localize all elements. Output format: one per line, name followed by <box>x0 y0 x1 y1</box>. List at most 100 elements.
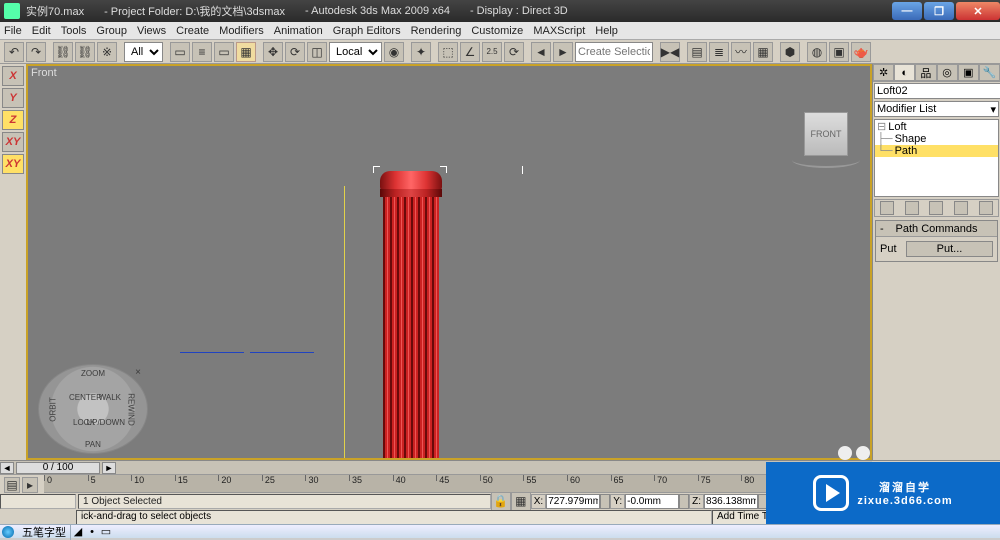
steering-wheel[interactable]: × ZOOM PAN ORBIT REWIND CENTER WALK LOOK… <box>38 364 148 454</box>
bind-spacewarp-icon[interactable]: ※ <box>97 42 117 62</box>
layers-icon[interactable]: ≣ <box>709 42 729 62</box>
menu-rendering[interactable]: Rendering <box>411 25 462 37</box>
stack-item-path[interactable]: └─Path <box>875 145 998 157</box>
viewport-label[interactable]: Front <box>28 66 60 80</box>
menu-animation[interactable]: Animation <box>274 25 323 37</box>
rendered-frame-icon[interactable]: ▣ <box>829 42 849 62</box>
modify-tab-icon[interactable]: ◐ <box>894 64 915 81</box>
rollout-header[interactable]: - Path Commands <box>876 221 997 237</box>
link-icon[interactable]: ⛓ <box>53 42 73 62</box>
trackbar-filter-icon[interactable]: ▸ <box>22 477 38 493</box>
stack-item-shape[interactable]: ├─Shape <box>875 133 998 145</box>
sw-rewind[interactable]: REWIND <box>126 393 135 425</box>
sw-zoom[interactable]: ZOOM <box>81 369 105 378</box>
selection-filter-select[interactable]: All <box>124 42 163 62</box>
menu-maxscript[interactable]: MAXScript <box>533 25 585 37</box>
menu-create[interactable]: Create <box>176 25 209 37</box>
ime-tool-2-icon[interactable]: • <box>85 526 99 538</box>
menu-file[interactable]: File <box>4 25 22 37</box>
create-tab-icon[interactable]: ✲ <box>873 64 894 81</box>
ime-tool-1-icon[interactable]: ◢ <box>71 525 85 538</box>
z-input[interactable] <box>704 494 758 509</box>
redo-icon[interactable]: ↷ <box>26 42 46 62</box>
viewcube[interactable]: FRONT <box>804 112 848 156</box>
steering-wheel-close-icon[interactable]: × <box>135 367 141 378</box>
undo-icon[interactable]: ↶ <box>4 42 24 62</box>
axis-xy-button[interactable]: XY <box>2 132 24 152</box>
y-spinner[interactable] <box>679 494 689 509</box>
select-manipulate-icon[interactable]: ✦ <box>411 42 431 62</box>
modifier-list-dropdown[interactable]: Modifier List▾ <box>874 101 999 117</box>
menu-group[interactable]: Group <box>96 25 127 37</box>
select-region-window-icon[interactable]: ▦ <box>236 42 256 62</box>
menu-customize[interactable]: Customize <box>471 25 523 37</box>
percent-snap-icon[interactable]: 2.5 <box>482 42 502 62</box>
menu-views[interactable]: Views <box>137 25 166 37</box>
spinner-snap-icon[interactable]: ⟳ <box>504 42 524 62</box>
viewport[interactable]: Front FRONT × ZOOM PAN ORBIT REWIND CENT… <box>26 64 872 460</box>
select-rotate-icon[interactable]: ⟳ <box>285 42 305 62</box>
mirror-icon[interactable]: ▶◀ <box>660 42 680 62</box>
select-by-name-icon[interactable]: ≡ <box>192 42 212 62</box>
menu-modifiers[interactable]: Modifiers <box>219 25 264 37</box>
select-scale-icon[interactable]: ◫ <box>307 42 327 62</box>
menu-help[interactable]: Help <box>595 25 618 37</box>
axis-z-button[interactable]: Z <box>2 110 24 130</box>
snap-toggle-icon[interactable]: ⬚ <box>438 42 458 62</box>
pivot-center-icon[interactable]: ◉ <box>384 42 404 62</box>
axis-xy2-button[interactable]: XY <box>2 154 24 174</box>
curve-editor-icon[interactable]: 〰 <box>731 42 751 62</box>
os-taskbar[interactable]: 五笔字型 ◢ • ▭ <box>0 524 1000 538</box>
sw-pan[interactable]: PAN <box>85 440 101 449</box>
menu-graph-editors[interactable]: Graph Editors <box>333 25 401 37</box>
put-button[interactable]: Put... <box>906 241 993 257</box>
ime-tool-3-icon[interactable]: ▭ <box>99 525 113 538</box>
time-slider[interactable]: ◄ 0 / 100 ► <box>0 461 872 475</box>
trackbar-keymode-icon[interactable]: ▤ <box>4 477 20 493</box>
ref-coord-select[interactable]: Local <box>329 42 382 62</box>
named-sel-prev-icon[interactable]: ◄ <box>531 42 551 62</box>
show-end-result-icon[interactable] <box>905 201 919 215</box>
select-object-icon[interactable]: ▭ <box>170 42 190 62</box>
sw-orbit[interactable]: ORBIT <box>49 397 58 421</box>
y-input[interactable] <box>625 494 679 509</box>
object-name-input[interactable] <box>874 83 1000 99</box>
align-icon[interactable]: ▤ <box>687 42 707 62</box>
axis-x-button[interactable]: X <box>2 66 24 86</box>
modifier-stack[interactable]: ⊟Loft ├─Shape └─Path <box>874 119 999 197</box>
x-spinner[interactable] <box>600 494 610 509</box>
viewcube-ring[interactable] <box>792 152 860 168</box>
remove-modifier-icon[interactable] <box>954 201 968 215</box>
sw-center[interactable]: CENTER <box>69 393 102 402</box>
loft-column-object[interactable] <box>380 171 442 458</box>
menu-tools[interactable]: Tools <box>61 25 87 37</box>
configure-sets-icon[interactable] <box>979 201 993 215</box>
make-unique-icon[interactable] <box>929 201 943 215</box>
axis-y-button[interactable]: Y <box>2 88 24 108</box>
display-tab-icon[interactable]: ▣ <box>958 64 979 81</box>
time-next-icon[interactable]: ► <box>102 462 116 474</box>
transform-typein-mode-icon[interactable]: ▦ <box>511 491 531 511</box>
render-setup-icon[interactable]: ◍ <box>807 42 827 62</box>
motion-tab-icon[interactable]: ◎ <box>937 64 958 81</box>
start-orb-icon[interactable] <box>2 526 14 538</box>
lock-selection-icon[interactable]: 🔒 <box>491 491 511 511</box>
named-sel-next-icon[interactable]: ► <box>553 42 573 62</box>
angle-snap-icon[interactable]: ∠ <box>460 42 480 62</box>
time-slider-thumb[interactable]: 0 / 100 <box>16 462 100 474</box>
time-prev-icon[interactable]: ◄ <box>0 462 14 474</box>
render-production-icon[interactable]: 🫖 <box>851 42 871 62</box>
schematic-view-icon[interactable]: ▦ <box>753 42 773 62</box>
pin-stack-icon[interactable] <box>880 201 894 215</box>
track-bar[interactable]: 051015202530354045505560657075808590 <box>44 475 872 493</box>
window-close-button[interactable]: ✕ <box>956 2 1000 20</box>
select-region-rect-icon[interactable]: ▭ <box>214 42 234 62</box>
unlink-icon[interactable]: ⛓ <box>75 42 95 62</box>
hierarchy-tab-icon[interactable]: 品 <box>915 64 936 81</box>
named-selection-input[interactable] <box>575 42 653 62</box>
x-input[interactable] <box>546 494 600 509</box>
stack-item-loft[interactable]: ⊟Loft <box>875 120 998 133</box>
sw-updown[interactable]: UP/DOWN <box>86 418 125 427</box>
select-move-icon[interactable]: ✥ <box>263 42 283 62</box>
material-editor-icon[interactable]: ⬢ <box>780 42 800 62</box>
